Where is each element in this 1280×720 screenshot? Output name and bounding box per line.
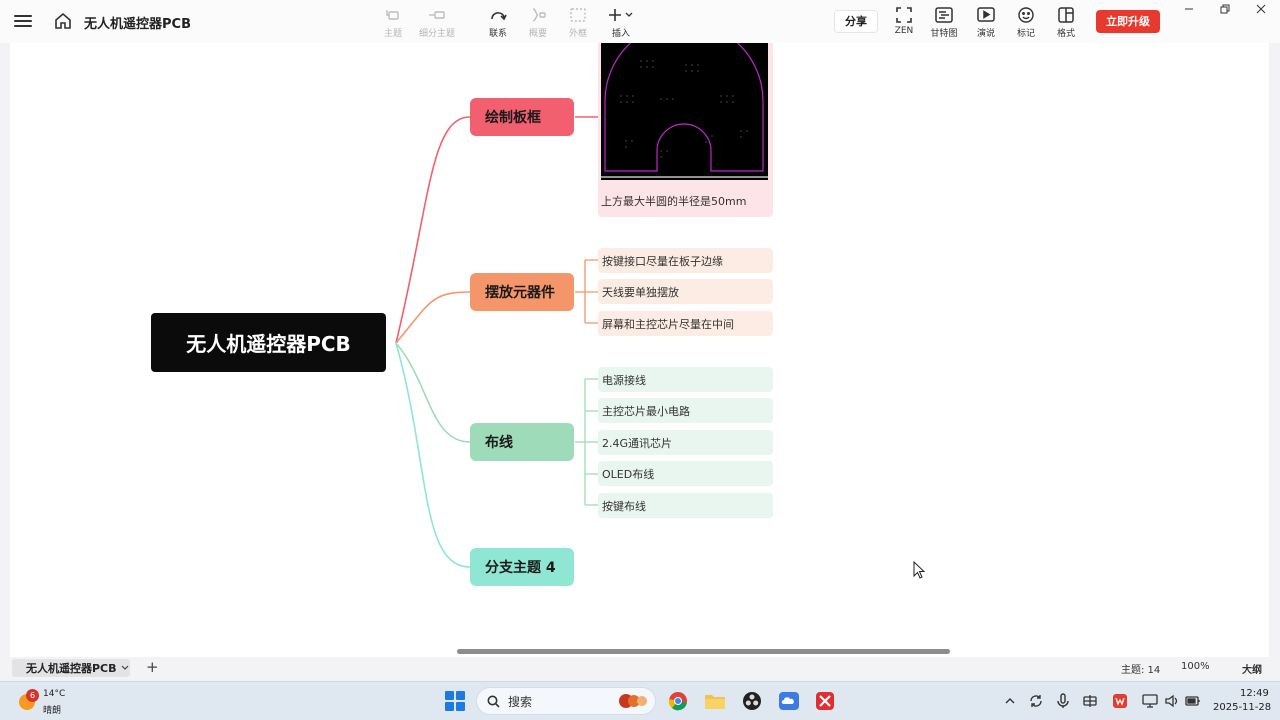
branch-topic-routing[interactable]: 布线 [470,423,574,461]
zen-mode-button[interactable]: ZEN [882,6,926,36]
pcb-outline-image [601,43,768,180]
topic-tool-label: 主题 [383,29,402,39]
format-button[interactable]: 格式 [1044,6,1088,39]
boundary-icon [570,8,586,22]
subtopic-24g-chip[interactable]: 2.4G通讯芯片 [598,430,773,455]
subtopic-key-interface-edge[interactable]: 按键接口尽量在板子边缘 [598,248,773,273]
weather-badge: 6 [26,689,39,702]
zoom-level[interactable]: 100% [1181,661,1210,672]
windows-start-icon[interactable] [445,691,465,711]
relationship-tool-label: 联系 [488,29,507,39]
subtopic-power-wiring[interactable]: 电源接线 [598,367,773,392]
subtopic-mcu-minimum-circuit[interactable]: 主控芯片最小电路 [598,398,773,423]
close-icon[interactable] [1251,2,1271,16]
format-label: 格式 [1056,29,1075,39]
weather-condition: 晴朗 [43,706,62,716]
marker-button[interactable]: 标记 [1004,6,1048,39]
format-panel-icon [1058,7,1074,23]
topic-tool-button[interactable]: 主题 [371,6,415,39]
search-label: 搜索 [508,694,533,709]
document-title: 无人机遥控器PCB [84,17,191,32]
speaker-icon[interactable] [1164,693,1180,709]
cloud-app-icon[interactable] [777,689,801,713]
boundary-tool-button[interactable]: 外框 [556,6,600,39]
clock-time[interactable]: 12:49 [1240,688,1269,699]
mindmap-canvas[interactable]: 无人机遥控器PCB 绘制板框 摆放元器件 布线 分支主题 4 上方最大半圆的半径… [10,43,1269,657]
subtopic-icon [429,11,445,19]
weather-widget[interactable]: 6 14°C 晴朗 [17,687,97,717]
horizontal-scrollbar[interactable] [457,649,950,654]
marker-smiley-icon [1018,7,1034,23]
home-icon[interactable] [53,11,73,31]
share-button[interactable]: 分享 [834,10,878,33]
upgrade-button[interactable]: 立即升级 [1096,10,1160,33]
search-highlight-icon [619,694,647,708]
branch-topic-place-components[interactable]: 摆放元器件 [470,273,574,311]
topic-icon [386,10,399,20]
insert-tool-label: 插入 [611,29,630,39]
status-bar: 无人机遥控器PCB + 主题: 14 100% 大纲 [0,657,1280,681]
subtopic-tool-label: 细分主题 [418,29,455,39]
battery-icon[interactable] [1185,693,1201,709]
summary-tool-button[interactable]: 概要 [516,6,560,39]
top-toolbar: 无人机遥控器PCB 主题 细分主题 联系 概要 外框 插入 分享 ZEN 甘特图… [0,0,1280,43]
summary-tool-label: 概要 [528,29,547,39]
taskbar-search[interactable]: 搜索 [476,687,656,715]
add-sheet-plus-icon[interactable]: + [146,658,159,676]
board-outline-image-topic[interactable]: 上方最大半圆的半径是50mm [598,43,773,217]
pitch-play-icon [977,7,995,22]
topic-count: 主题: 14 [1121,665,1161,676]
branch-topic-4[interactable]: 分支主题 4 [470,548,574,586]
subtopic-antenna-separate[interactable]: 天线要单独摆放 [598,279,773,304]
chevron-down-icon [121,665,128,670]
relationship-icon [491,12,507,21]
minimize-icon[interactable] [1179,2,1199,16]
search-icon [487,695,500,708]
wps-tray-icon[interactable] [1112,693,1128,709]
central-topic[interactable]: 无人机遥控器PCB [151,313,386,372]
chrome-icon[interactable] [666,689,690,713]
insert-plus-icon [609,9,633,21]
subtopic-key-routing[interactable]: 按键布线 [598,493,773,518]
pitch-button[interactable]: 演说 [964,6,1008,39]
tray-chevron-up-icon[interactable] [1002,693,1018,709]
gantt-button[interactable]: 甘特图 [922,6,966,39]
board-outline-caption: 上方最大半圆的半径是50mm [601,195,747,208]
file-explorer-icon[interactable] [703,689,727,713]
gantt-label: 甘特图 [930,29,958,39]
subtopic-oled-routing[interactable]: OLED布线 [598,461,773,486]
branch-topic-draw-board-outline[interactable]: 绘制板框 [470,98,574,136]
boundary-tool-label: 外框 [568,29,587,39]
weather-temperature: 14°C [43,689,66,699]
input-method-icon[interactable] [1082,693,1098,709]
relationship-tool-button[interactable]: 联系 [476,6,520,39]
insert-tool-button[interactable]: 插入 [599,6,643,39]
sheet-tab-label: 无人机遥控器PCB [26,662,117,675]
tray-sync-icon[interactable] [1028,693,1044,709]
xmind-icon[interactable] [813,689,837,713]
subtopic-screen-mcu-center[interactable]: 屏幕和主控芯片尽量在中间 [598,311,773,336]
gantt-icon [935,7,953,23]
summary-icon [532,8,546,22]
windows-taskbar: 6 14°C 晴朗 搜索 12:49 2025-11-28 [0,681,1280,720]
subtopic-tool-button[interactable]: 细分主题 [415,6,459,39]
obs-icon[interactable] [740,689,764,713]
sheet-tab[interactable]: 无人机遥控器PCB [12,659,130,677]
clock-date[interactable]: 2025-11-28 [1213,702,1271,713]
zen-label: ZEN [894,26,914,36]
outline-toggle[interactable]: 大纲 [1242,661,1262,676]
zen-fullscreen-icon [896,7,912,23]
microphone-icon[interactable] [1055,693,1071,709]
menu-icon[interactable] [14,12,32,30]
pitch-label: 演说 [976,29,995,39]
mouse-cursor-icon [913,561,926,579]
monitor-icon[interactable] [1142,693,1158,709]
marker-label: 标记 [1016,29,1035,39]
maximize-icon[interactable] [1215,2,1235,16]
